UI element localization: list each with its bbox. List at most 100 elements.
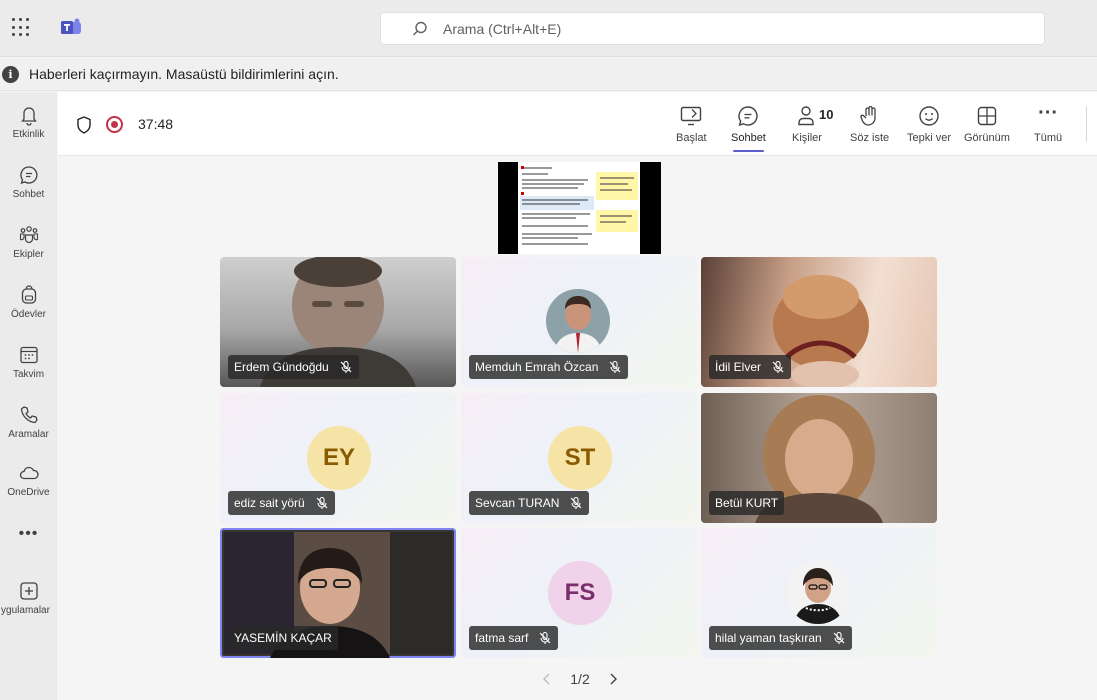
chevron-left-icon[interactable]	[540, 672, 554, 686]
rail-item-onedrive[interactable]: OneDrive	[0, 454, 57, 510]
more-label: Tümü	[1034, 132, 1063, 144]
title-bar	[0, 0, 1097, 57]
rail-item-calendar[interactable]: Takvim	[0, 336, 57, 392]
rail-item-activity[interactable]: Etkinlik	[0, 96, 57, 152]
participant-name: ediz sait yörü	[234, 496, 305, 510]
people-icon	[798, 106, 814, 126]
participant-tile[interactable]: Betül KURT	[701, 393, 937, 523]
people-count: 10	[819, 107, 834, 122]
rail-item-label: Sohbet	[12, 189, 45, 200]
share-button[interactable]: Başlat	[676, 104, 707, 150]
participant-name-tag: Sevcan TURAN	[469, 491, 590, 515]
backpack-icon	[21, 285, 36, 304]
participant-name-tag: Memduh Emrah Özcan	[469, 355, 629, 379]
participant-name-tag: YASEMİN KAÇAR	[228, 626, 338, 650]
participant-initials-avatar: ST	[548, 426, 612, 490]
chat-label: Sohbet	[731, 132, 766, 144]
participant-tile[interactable]: EY ediz sait yörü	[220, 393, 456, 523]
info-icon: i	[2, 65, 19, 83]
mic-off-icon	[772, 360, 784, 373]
rail-item-assignments[interactable]: Ödevler	[0, 276, 57, 332]
shared-document-image	[518, 162, 640, 254]
participant-name-tag: ediz sait yörü	[228, 491, 335, 515]
rail-item-label: Ekipler	[13, 249, 44, 260]
participant-avatar-photo	[546, 289, 610, 353]
raise-hand-label: Söz iste	[850, 132, 890, 144]
rail-item-chat[interactable]: Sohbet	[0, 156, 57, 212]
rail-more-button[interactable]: •••	[0, 525, 57, 543]
raise-hand-button[interactable]: Söz iste	[850, 104, 889, 150]
rail-item-teams[interactable]: Ekipler	[0, 216, 57, 272]
people-label: Kişiler	[792, 132, 822, 144]
rail-item-label: OneDrive	[7, 487, 50, 498]
mic-off-icon	[539, 631, 551, 644]
react-button[interactable]: Tepki ver	[907, 104, 951, 150]
rail-item-label: Etkinlik	[12, 129, 45, 140]
recording-icon	[106, 116, 123, 133]
shared-screen-thumbnail[interactable]	[498, 162, 661, 254]
calendar-icon	[19, 346, 38, 364]
participant-name-tag: hilal yaman taşkıran	[709, 626, 852, 650]
search-icon	[413, 21, 427, 35]
rail-item-label: ygulamalar	[1, 605, 50, 616]
mic-off-icon	[571, 496, 582, 509]
chat-icon	[738, 106, 759, 127]
participant-tile[interactable]: hilal yaman taşkıran	[701, 528, 937, 658]
chat-icon	[19, 166, 37, 184]
chat-button[interactable]: Sohbet	[731, 104, 766, 152]
rail-item-calls[interactable]: Aramalar	[0, 396, 57, 452]
participant-name-tag: Betül KURT	[709, 491, 785, 515]
toolbar-divider	[1086, 106, 1087, 142]
more-icon: ···	[1038, 102, 1059, 124]
raise-hand-icon	[859, 105, 876, 126]
participant-initials-avatar: FS	[548, 561, 612, 625]
view-label: Görünüm	[964, 132, 1010, 144]
teams-logo-icon	[61, 18, 81, 34]
shield-icon[interactable]	[76, 116, 92, 134]
rail-item-apps[interactable]: ygulamalar	[0, 572, 57, 628]
app-rail: Etkinlik Sohbet Ekipler Ödevler Takvim A…	[0, 92, 57, 700]
view-button[interactable]: Görünüm	[964, 104, 1010, 150]
participant-name: Memduh Emrah Özcan	[475, 360, 599, 374]
react-label: Tepki ver	[907, 132, 952, 144]
rail-item-label: Ödevler	[10, 309, 46, 320]
participant-name-tag: İdil Elver	[709, 355, 792, 379]
participant-tile-speaking[interactable]: YASEMİN KAÇAR	[220, 528, 456, 658]
participant-name: fatma sarf	[475, 631, 529, 645]
share-screen-icon	[681, 106, 702, 126]
people-button[interactable]: 10 Kişiler	[792, 104, 833, 150]
participant-tile[interactable]: FS fatma sarf	[461, 528, 697, 658]
mic-off-icon	[316, 496, 328, 509]
page-indicator: 1/2	[570, 671, 590, 687]
grid-view-icon	[977, 106, 997, 126]
meeting-timer: 37:48	[138, 116, 174, 132]
participant-tile[interactable]: ST Sevcan TURAN	[461, 393, 697, 523]
gallery-pager: 1/2	[540, 668, 620, 690]
participant-name: Betül KURT	[715, 496, 779, 510]
app-launcher-icon[interactable]	[12, 18, 32, 38]
notification-bar[interactable]: i Haberleri kaçırmayın. Masaüstü bildiri…	[0, 58, 1097, 91]
participant-name: hilal yaman taşkıran	[715, 631, 822, 645]
rail-item-label: Takvim	[12, 369, 45, 380]
mic-off-icon	[609, 360, 621, 373]
rail-item-label: Aramalar	[8, 429, 49, 440]
more-button[interactable]: ··· Tümü	[1034, 102, 1063, 150]
mic-off-icon	[340, 360, 352, 373]
notification-text: Haberleri kaçırmayın. Masaüstü bildiriml…	[29, 66, 339, 82]
participant-name-tag: Erdem Gündoğdu	[228, 355, 359, 379]
share-label: Başlat	[676, 132, 707, 144]
search-box[interactable]	[380, 12, 1045, 45]
participant-name: Sevcan TURAN	[475, 496, 560, 510]
bell-icon	[20, 107, 37, 126]
mic-off-icon	[833, 631, 845, 644]
search-input[interactable]	[443, 20, 943, 37]
chevron-right-icon[interactable]	[606, 672, 620, 686]
participant-tile[interactable]: Erdem Gündoğdu	[220, 257, 456, 387]
phone-icon	[20, 406, 38, 424]
participant-tile[interactable]: Memduh Emrah Özcan	[461, 257, 697, 387]
participant-avatar-photo	[786, 560, 850, 624]
participant-name: İdil Elver	[715, 360, 762, 374]
cloud-icon	[19, 466, 39, 480]
participant-tile[interactable]: İdil Elver	[701, 257, 937, 387]
participant-name: Erdem Gündoğdu	[234, 360, 329, 374]
